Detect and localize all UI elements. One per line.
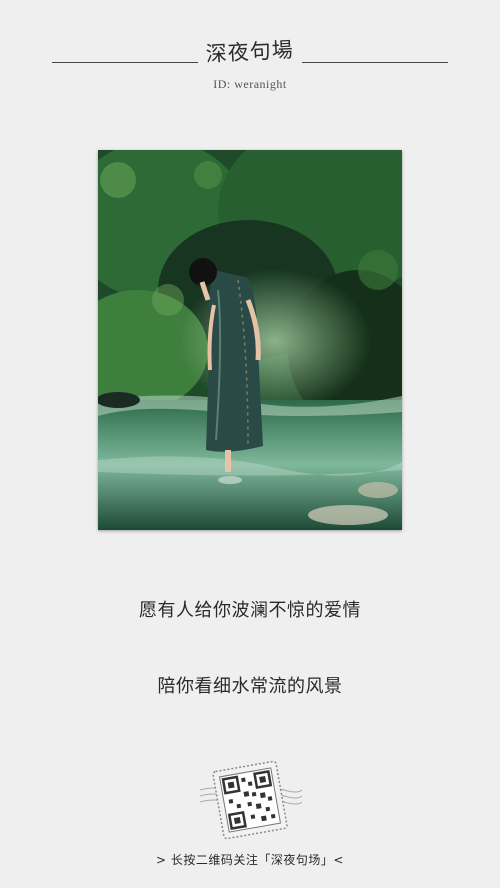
feature-photo — [98, 150, 402, 530]
header-rule-right — [302, 62, 448, 63]
account-id: ID: weranight — [213, 77, 287, 91]
photo-woman-in-stream-icon — [98, 150, 402, 530]
qr-call-to-action: > 长按二维码关注「深夜句场」< — [156, 853, 344, 867]
quote-line-2: 陪你看细水常流的风景 — [157, 676, 343, 697]
quote-line-1: 愿有人给你波澜不惊的爱情 — [139, 600, 361, 621]
qr-code-stamp-icon — [199, 760, 303, 840]
header-rule-left — [52, 62, 198, 63]
qr-code-stamp[interactable] — [198, 760, 303, 842]
brand-logo: 深夜句場 — [205, 37, 295, 67]
header: 深夜句場 ID: weranight — [0, 34, 500, 104]
